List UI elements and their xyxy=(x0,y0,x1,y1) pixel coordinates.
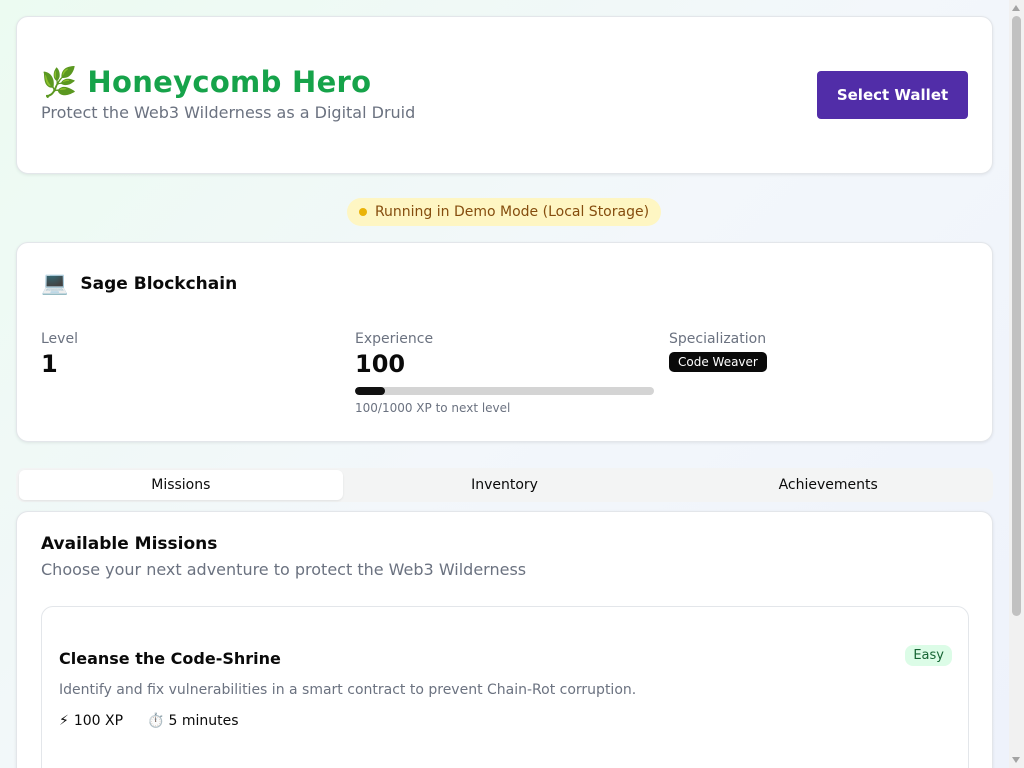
specialization-badge: Code Weaver xyxy=(669,352,767,372)
app-subtitle: Protect the Web3 Wilderness as a Digital… xyxy=(41,103,416,122)
experience-value: 100 xyxy=(355,350,406,378)
missions-card: Available Missions Choose your next adve… xyxy=(16,511,993,768)
mission-meta: ⚡ 100 XP ⏱️ 5 minutes xyxy=(59,713,239,729)
level-stat: Level 1 xyxy=(41,331,78,378)
vertical-scrollbar[interactable] xyxy=(1009,0,1024,768)
missions-subtitle: Choose your next adventure to protect th… xyxy=(41,560,527,579)
missions-title: Available Missions xyxy=(41,534,218,554)
header-card: 🌿 Honeycomb Hero Protect the Web3 Wildern… xyxy=(16,16,993,174)
app-title-text: Honeycomb Hero xyxy=(87,65,372,99)
mission-card[interactable]: Cleanse the Code-Shrine Easy Identify an… xyxy=(41,606,969,768)
character-name-text: Sage Blockchain xyxy=(80,273,238,294)
scroll-up-arrow-icon[interactable] xyxy=(1012,5,1020,11)
mission-description: Identify and fix vulnerabilities in a sm… xyxy=(59,682,637,698)
specialization-label: Specialization xyxy=(669,331,767,347)
demo-mode-badge: Running in Demo Mode (Local Storage) xyxy=(347,198,661,226)
tab-bar: Missions Inventory Achievements xyxy=(16,468,993,502)
lightning-icon: ⚡ xyxy=(59,713,69,729)
stopwatch-icon: ⏱️ xyxy=(147,713,165,729)
character-card: 💻 Sage Blockchain Level 1 Experience 100… xyxy=(16,242,993,442)
mission-duration: 5 minutes xyxy=(168,713,239,729)
laptop-icon: 💻 xyxy=(41,271,69,296)
tab-missions[interactable]: Missions xyxy=(19,470,343,500)
tab-inventory[interactable]: Inventory xyxy=(343,470,667,500)
demo-mode-text: Running in Demo Mode (Local Storage) xyxy=(374,204,650,220)
xp-progress-note: 100/1000 XP to next level xyxy=(355,401,511,415)
xp-progress-fill xyxy=(355,387,385,395)
scroll-down-arrow-icon[interactable] xyxy=(1012,757,1020,763)
xp-progress-bar xyxy=(355,387,654,395)
level-value: 1 xyxy=(41,350,58,378)
mission-name: Cleanse the Code-Shrine xyxy=(59,649,281,668)
difficulty-badge: Easy xyxy=(905,645,952,666)
select-wallet-button[interactable]: Select Wallet xyxy=(817,71,968,119)
character-name: 💻 Sage Blockchain xyxy=(41,271,237,296)
level-label: Level xyxy=(41,331,78,347)
experience-label: Experience xyxy=(355,331,434,347)
status-dot-icon xyxy=(358,208,367,216)
experience-stat: Experience 100 100/1000 XP to next level xyxy=(355,331,654,415)
tab-achievements[interactable]: Achievements xyxy=(666,470,990,500)
scroll-thumb[interactable] xyxy=(1012,16,1021,616)
app-title: 🌿 Honeycomb Hero xyxy=(41,65,371,100)
leaf-icon: 🌿 xyxy=(41,65,78,99)
specialization-stat: Specialization Code Weaver xyxy=(669,331,767,372)
mission-xp: 100 XP xyxy=(73,713,124,729)
